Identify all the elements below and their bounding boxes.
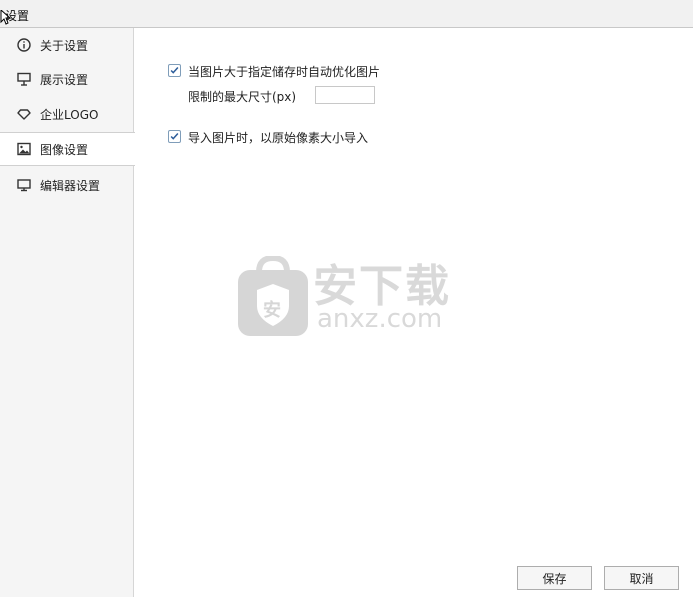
sidebar-item-about[interactable]: 关于设置	[0, 28, 134, 62]
window-title: 设置	[5, 9, 30, 23]
sidebar-item-label: 关于设置	[40, 38, 89, 53]
sidebar-item-enterprise-logo[interactable]: 企业LOGO	[0, 97, 134, 131]
image-icon	[17, 142, 31, 156]
cancel-button[interactable]: 取消	[604, 566, 679, 590]
presentation-icon	[17, 72, 31, 86]
sidebar-item-label: 企业LOGO	[40, 107, 99, 122]
import-original-checkbox[interactable]	[168, 130, 181, 143]
sidebar-item-label: 图像设置	[40, 142, 89, 157]
title-bar: 设置	[0, 0, 693, 28]
auto-optimize-label: 当图片大于指定储存时自动优化图片	[188, 65, 381, 79]
watermark: 安 安下载 anxz.com	[237, 256, 557, 338]
watermark-shield-char: 安	[263, 300, 281, 321]
sidebar-item-display[interactable]: 展示设置	[0, 62, 134, 96]
diamond-icon	[17, 109, 31, 120]
max-size-label: 限制的最大尺寸(px)	[188, 90, 297, 104]
auto-optimize-checkbox[interactable]	[168, 64, 181, 77]
watermark-text-en: anxz.com	[317, 304, 443, 334]
sidebar-item-editor[interactable]: 编辑器设置	[0, 168, 134, 202]
info-icon	[17, 38, 31, 52]
sidebar-item-label: 编辑器设置	[40, 178, 101, 193]
sidebar-item-image[interactable]: 图像设置	[0, 132, 135, 166]
max-size-input[interactable]	[315, 86, 375, 104]
monitor-icon	[17, 179, 31, 192]
image-settings-panel: 当图片大于指定储存时自动优化图片 限制的最大尺寸(px) 导入图片时，以原始像素…	[134, 28, 693, 597]
checkmark-icon	[170, 67, 179, 74]
save-button[interactable]: 保存	[517, 566, 592, 590]
checkmark-icon	[170, 133, 179, 140]
import-original-label: 导入图片时，以原始像素大小导入	[188, 131, 369, 145]
sidebar-item-label: 展示设置	[40, 72, 89, 87]
sidebar: 关于设置 展示设置 企业LOGO 图像设置 编辑器设置	[0, 28, 135, 597]
